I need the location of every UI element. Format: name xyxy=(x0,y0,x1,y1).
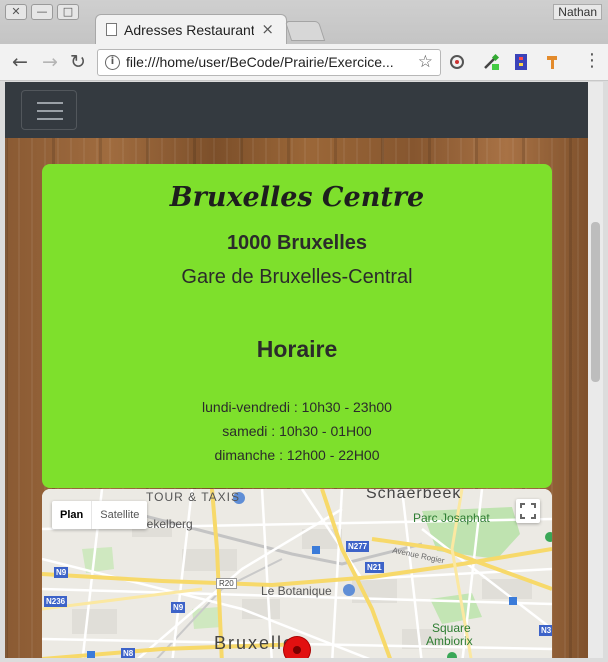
map-label-parc-josaphat: Parc Josaphat xyxy=(413,511,490,525)
tab-close-icon[interactable]: × xyxy=(261,20,274,38)
window-close-button[interactable]: ✕ xyxy=(5,4,27,20)
browser-toolbar: ← → ↻ i file:///home/user/BeCode/Prairie… xyxy=(0,44,608,81)
map-location-marker[interactable] xyxy=(284,637,310,658)
map-label-ambiorix: Ambiorix xyxy=(426,634,473,648)
road-shield: R20 xyxy=(216,578,237,589)
hamburger-icon xyxy=(37,118,63,120)
hours-sunday: dimanche : 12h00 - 22H00 xyxy=(214,447,380,463)
restaurant-city: 1000 Bruxelles xyxy=(226,232,368,254)
hours-heading: Horaire xyxy=(256,336,338,362)
restaurant-station: Gare de Bruxelles-Central xyxy=(181,266,413,288)
browser-tab[interactable]: Adresses Restaurant × xyxy=(95,14,287,44)
map-type-plan-button[interactable]: Plan xyxy=(52,501,91,529)
map-label-botanique: Le Botanique xyxy=(261,584,332,598)
road-shield: N9 xyxy=(171,602,186,613)
navbar-toggle-button[interactable] xyxy=(21,90,77,130)
hours-saturday: samedi : 10h30 - 01H00 xyxy=(222,423,372,439)
profile-name[interactable]: Nathan xyxy=(553,4,602,20)
page-viewport: Bruxelles Centre 1000 Bruxelles Gare de … xyxy=(5,82,588,658)
map-type-control: Plan Satellite xyxy=(52,501,148,529)
fullscreen-icon xyxy=(520,503,536,519)
hamburger-icon xyxy=(37,110,63,112)
road-shield: N9 xyxy=(54,567,69,578)
road-shield: N277 xyxy=(346,541,370,552)
road-shield: N8 xyxy=(121,648,136,658)
more-menu-icon[interactable]: ⋮ xyxy=(583,51,601,71)
road-shield: N21 xyxy=(365,562,384,573)
hamburger-icon xyxy=(37,102,63,104)
restaurant-name: Bruxelles Centre xyxy=(169,182,425,213)
extension-hammer-icon[interactable] xyxy=(544,53,562,71)
extension-ruler-icon[interactable] xyxy=(512,53,530,71)
map-label-tour-taxis: TOUR & TAXIS xyxy=(146,490,241,504)
window-titlebar: ✕ — □ Adresses Restaurant × Nathan xyxy=(0,0,608,44)
extension-reload-icon[interactable] xyxy=(448,53,466,71)
map-label-square: Square xyxy=(432,621,471,635)
back-icon[interactable]: ← xyxy=(12,51,28,73)
url-text[interactable]: file:///home/user/BeCode/Prairie/Exercic… xyxy=(126,54,394,70)
road-shield: N3 xyxy=(539,625,552,636)
scrollbar-thumb[interactable] xyxy=(591,222,600,382)
forward-icon[interactable]: → xyxy=(42,51,58,73)
tab-title: Adresses Restaurant xyxy=(124,22,254,38)
google-map[interactable]: TOUR & TAXIS Schaerbeek Koekelberg Parc … xyxy=(42,489,552,658)
map-type-satellite-button[interactable]: Satellite xyxy=(91,501,147,529)
extension-eyedropper-icon[interactable] xyxy=(482,53,500,71)
hours-weekdays: lundi-vendredi : 10h30 - 23h00 xyxy=(202,399,392,415)
info-icon[interactable]: i xyxy=(105,55,120,70)
window-minimize-button[interactable]: — xyxy=(31,4,53,20)
reload-icon[interactable]: ↻ xyxy=(70,51,86,73)
page-icon xyxy=(106,23,117,36)
page-scrollbar[interactable] xyxy=(588,82,603,658)
restaurant-card: Bruxelles Centre 1000 Bruxelles Gare de … xyxy=(42,164,552,488)
new-tab-button[interactable] xyxy=(284,21,326,41)
bookmark-star-icon[interactable]: ☆ xyxy=(418,52,433,72)
window-maximize-button[interactable]: □ xyxy=(57,4,79,20)
road-shield: N236 xyxy=(44,596,68,607)
address-bar[interactable]: i file:///home/user/BeCode/Prairie/Exerc… xyxy=(97,49,441,76)
map-fullscreen-button[interactable] xyxy=(516,499,540,523)
site-navbar xyxy=(5,82,588,138)
map-label-schaerbeek: Schaerbeek xyxy=(366,489,462,502)
